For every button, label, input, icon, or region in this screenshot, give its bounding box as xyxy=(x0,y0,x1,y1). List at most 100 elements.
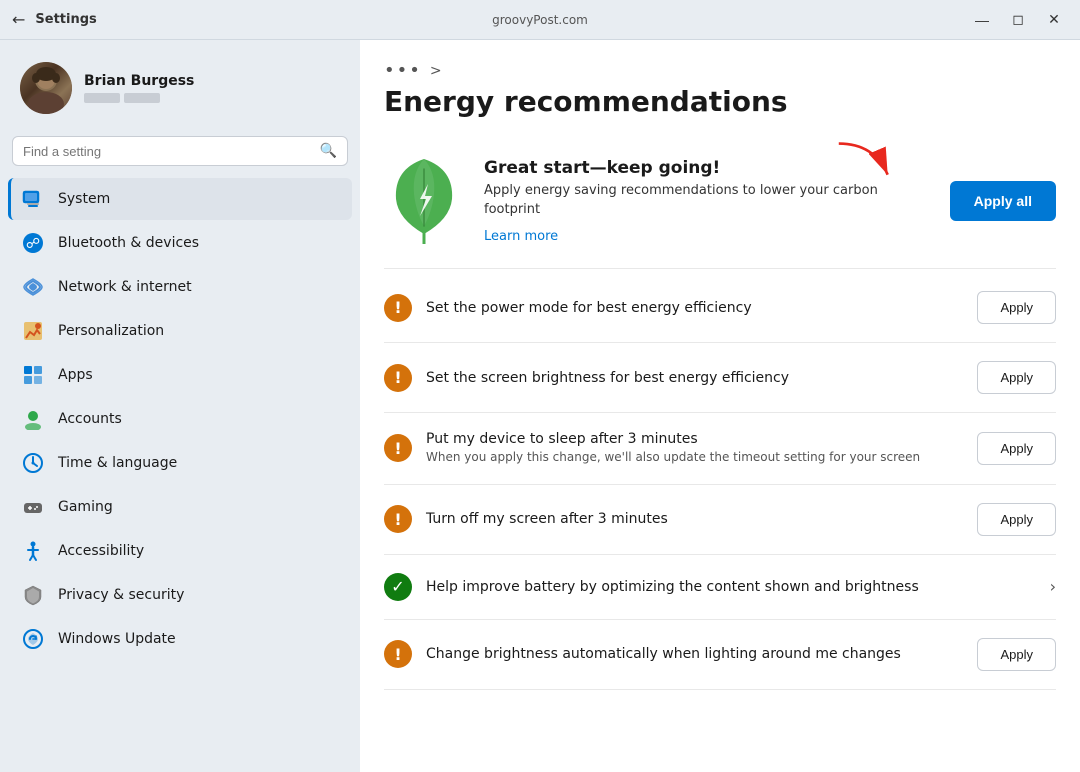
rec-action-screen-off: Apply xyxy=(977,503,1056,536)
sidebar-label-bluetooth: Bluetooth & devices xyxy=(58,235,199,251)
sidebar-label-gaming: Gaming xyxy=(58,499,113,515)
content-area: ••• > Energy recommendations xyxy=(360,40,1080,772)
search-box[interactable]: 🔍 xyxy=(12,136,348,166)
user-bar-2 xyxy=(124,93,160,103)
banner-title: Great start—keep going! xyxy=(484,158,930,178)
rec-action-battery-optimize: › xyxy=(1050,577,1056,596)
rec-action-power-mode: Apply xyxy=(977,291,1056,324)
rec-content-auto-brightness: Change brightness automatically when lig… xyxy=(426,646,963,662)
sidebar-item-personalization[interactable]: Personalization xyxy=(8,310,352,352)
rec-icon-battery-optimize: ✓ xyxy=(384,573,412,601)
rec-icon-auto-brightness: ! xyxy=(384,640,412,668)
sidebar-item-accounts[interactable]: Accounts xyxy=(8,398,352,440)
rec-action-sleep-timer: Apply xyxy=(977,432,1056,465)
rec-content-power-mode: Set the power mode for best energy effic… xyxy=(426,300,963,316)
chevron-icon-battery-optimize[interactable]: › xyxy=(1050,577,1056,596)
rec-icon-screen-off: ! xyxy=(384,505,412,533)
user-profile[interactable]: Brian Burgess xyxy=(8,52,352,130)
avatar xyxy=(20,62,72,114)
sidebar-item-privacy[interactable]: Privacy & security xyxy=(8,574,352,616)
apps-icon xyxy=(22,364,44,386)
apply-all-button[interactable]: Apply all xyxy=(950,181,1056,221)
avatar-image xyxy=(20,62,72,114)
leaf-icon xyxy=(384,154,464,248)
breadcrumb-arrow: > xyxy=(430,63,442,79)
sidebar-label-apps: Apps xyxy=(58,367,93,383)
accounts-icon xyxy=(22,408,44,430)
title-bar: ← Settings groovyPost.com — ◻ ✕ xyxy=(0,0,1080,40)
rec-content-battery-optimize: Help improve battery by optimizing the c… xyxy=(426,579,1036,595)
learn-more-link[interactable]: Learn more xyxy=(484,229,558,244)
svg-text:☍: ☍ xyxy=(26,236,40,252)
user-name: Brian Burgess xyxy=(84,73,194,89)
sidebar-label-time: Time & language xyxy=(58,455,177,471)
user-info: Brian Burgess xyxy=(84,73,194,103)
apply-button-power-mode[interactable]: Apply xyxy=(977,291,1056,324)
rec-content-sleep-timer: Put my device to sleep after 3 minutesWh… xyxy=(426,431,963,466)
sidebar-item-accessibility[interactable]: Accessibility xyxy=(8,530,352,572)
minimize-button[interactable]: — xyxy=(968,6,996,34)
gaming-icon xyxy=(22,496,44,518)
rec-title-battery-optimize: Help improve battery by optimizing the c… xyxy=(426,579,1036,595)
windows-update-icon xyxy=(22,628,44,650)
banner-description: Apply energy saving recommendations to l… xyxy=(484,182,930,218)
banner-text: Great start—keep going! Apply energy sav… xyxy=(484,158,930,243)
rec-title-screen-brightness: Set the screen brightness for best energ… xyxy=(426,370,963,386)
privacy-icon xyxy=(22,584,44,606)
back-button[interactable]: ← xyxy=(12,10,25,29)
apply-button-screen-brightness[interactable]: Apply xyxy=(977,361,1056,394)
time-icon xyxy=(22,452,44,474)
sidebar-label-personalization: Personalization xyxy=(58,323,164,339)
sidebar-item-apps[interactable]: Apps xyxy=(8,354,352,396)
sidebar-item-time[interactable]: Time & language xyxy=(8,442,352,484)
rec-icon-screen-brightness: ! xyxy=(384,364,412,392)
sidebar-item-bluetooth[interactable]: ☍ Bluetooth & devices xyxy=(8,222,352,264)
rec-title-power-mode: Set the power mode for best energy effic… xyxy=(426,300,963,316)
rec-item-sleep-timer: ! Put my device to sleep after 3 minutesW… xyxy=(384,413,1056,485)
sidebar-label-privacy: Privacy & security xyxy=(58,587,184,603)
apply-button-auto-brightness[interactable]: Apply xyxy=(977,638,1056,671)
rec-content-screen-brightness: Set the screen brightness for best energ… xyxy=(426,370,963,386)
sidebar-label-accessibility: Accessibility xyxy=(58,543,144,559)
system-icon xyxy=(22,188,44,210)
rec-title-auto-brightness: Change brightness automatically when lig… xyxy=(426,646,963,662)
user-bar-1 xyxy=(84,93,120,103)
sidebar-item-gaming[interactable]: Gaming xyxy=(8,486,352,528)
site-label: groovyPost.com xyxy=(492,13,588,27)
rec-action-auto-brightness: Apply xyxy=(977,638,1056,671)
bluetooth-icon: ☍ xyxy=(22,232,44,254)
app-title: Settings xyxy=(35,12,96,27)
sidebar-item-windows-update[interactable]: Windows Update xyxy=(8,618,352,660)
rec-item-screen-off: ! Turn off my screen after 3 minutes Apply xyxy=(384,485,1056,555)
user-bars xyxy=(84,93,194,103)
rec-icon-sleep-timer: ! xyxy=(384,434,412,462)
apply-button-sleep-timer[interactable]: Apply xyxy=(977,432,1056,465)
apply-button-screen-off[interactable]: Apply xyxy=(977,503,1056,536)
window-controls: — ◻ ✕ xyxy=(968,6,1068,34)
sidebar: Brian Burgess 🔍 System xyxy=(0,40,360,772)
rec-icon-power-mode: ! xyxy=(384,294,412,322)
sidebar-label-network: Network & internet xyxy=(58,279,192,295)
rec-item-power-mode: ! Set the power mode for best energy effi… xyxy=(384,273,1056,343)
rec-item-battery-optimize: ✓ Help improve battery by optimizing the … xyxy=(384,555,1056,620)
breadcrumb: ••• > xyxy=(384,60,1056,81)
maximize-button[interactable]: ◻ xyxy=(1004,6,1032,34)
rec-item-screen-brightness: ! Set the screen brightness for best ener… xyxy=(384,343,1056,413)
search-input[interactable] xyxy=(23,144,312,159)
rec-action-screen-brightness: Apply xyxy=(977,361,1056,394)
network-icon xyxy=(22,276,44,298)
sidebar-item-system[interactable]: System xyxy=(8,178,352,220)
accessibility-icon xyxy=(22,540,44,562)
rec-subtitle-sleep-timer: When you apply this change, we'll also u… xyxy=(426,449,963,466)
rec-item-auto-brightness: ! Change brightness automatically when li… xyxy=(384,620,1056,690)
personalization-icon xyxy=(22,320,44,342)
close-button[interactable]: ✕ xyxy=(1040,6,1068,34)
recommendations-list: ! Set the power mode for best energy effi… xyxy=(384,273,1056,690)
sidebar-label-system: System xyxy=(58,191,110,207)
rec-content-screen-off: Turn off my screen after 3 minutes xyxy=(426,511,963,527)
breadcrumb-dots: ••• xyxy=(384,60,422,81)
rec-title-screen-off: Turn off my screen after 3 minutes xyxy=(426,511,963,527)
sidebar-label-windows-update: Windows Update xyxy=(58,631,176,647)
energy-banner: Great start—keep going! Apply energy sav… xyxy=(384,138,1056,269)
sidebar-item-network[interactable]: Network & internet xyxy=(8,266,352,308)
